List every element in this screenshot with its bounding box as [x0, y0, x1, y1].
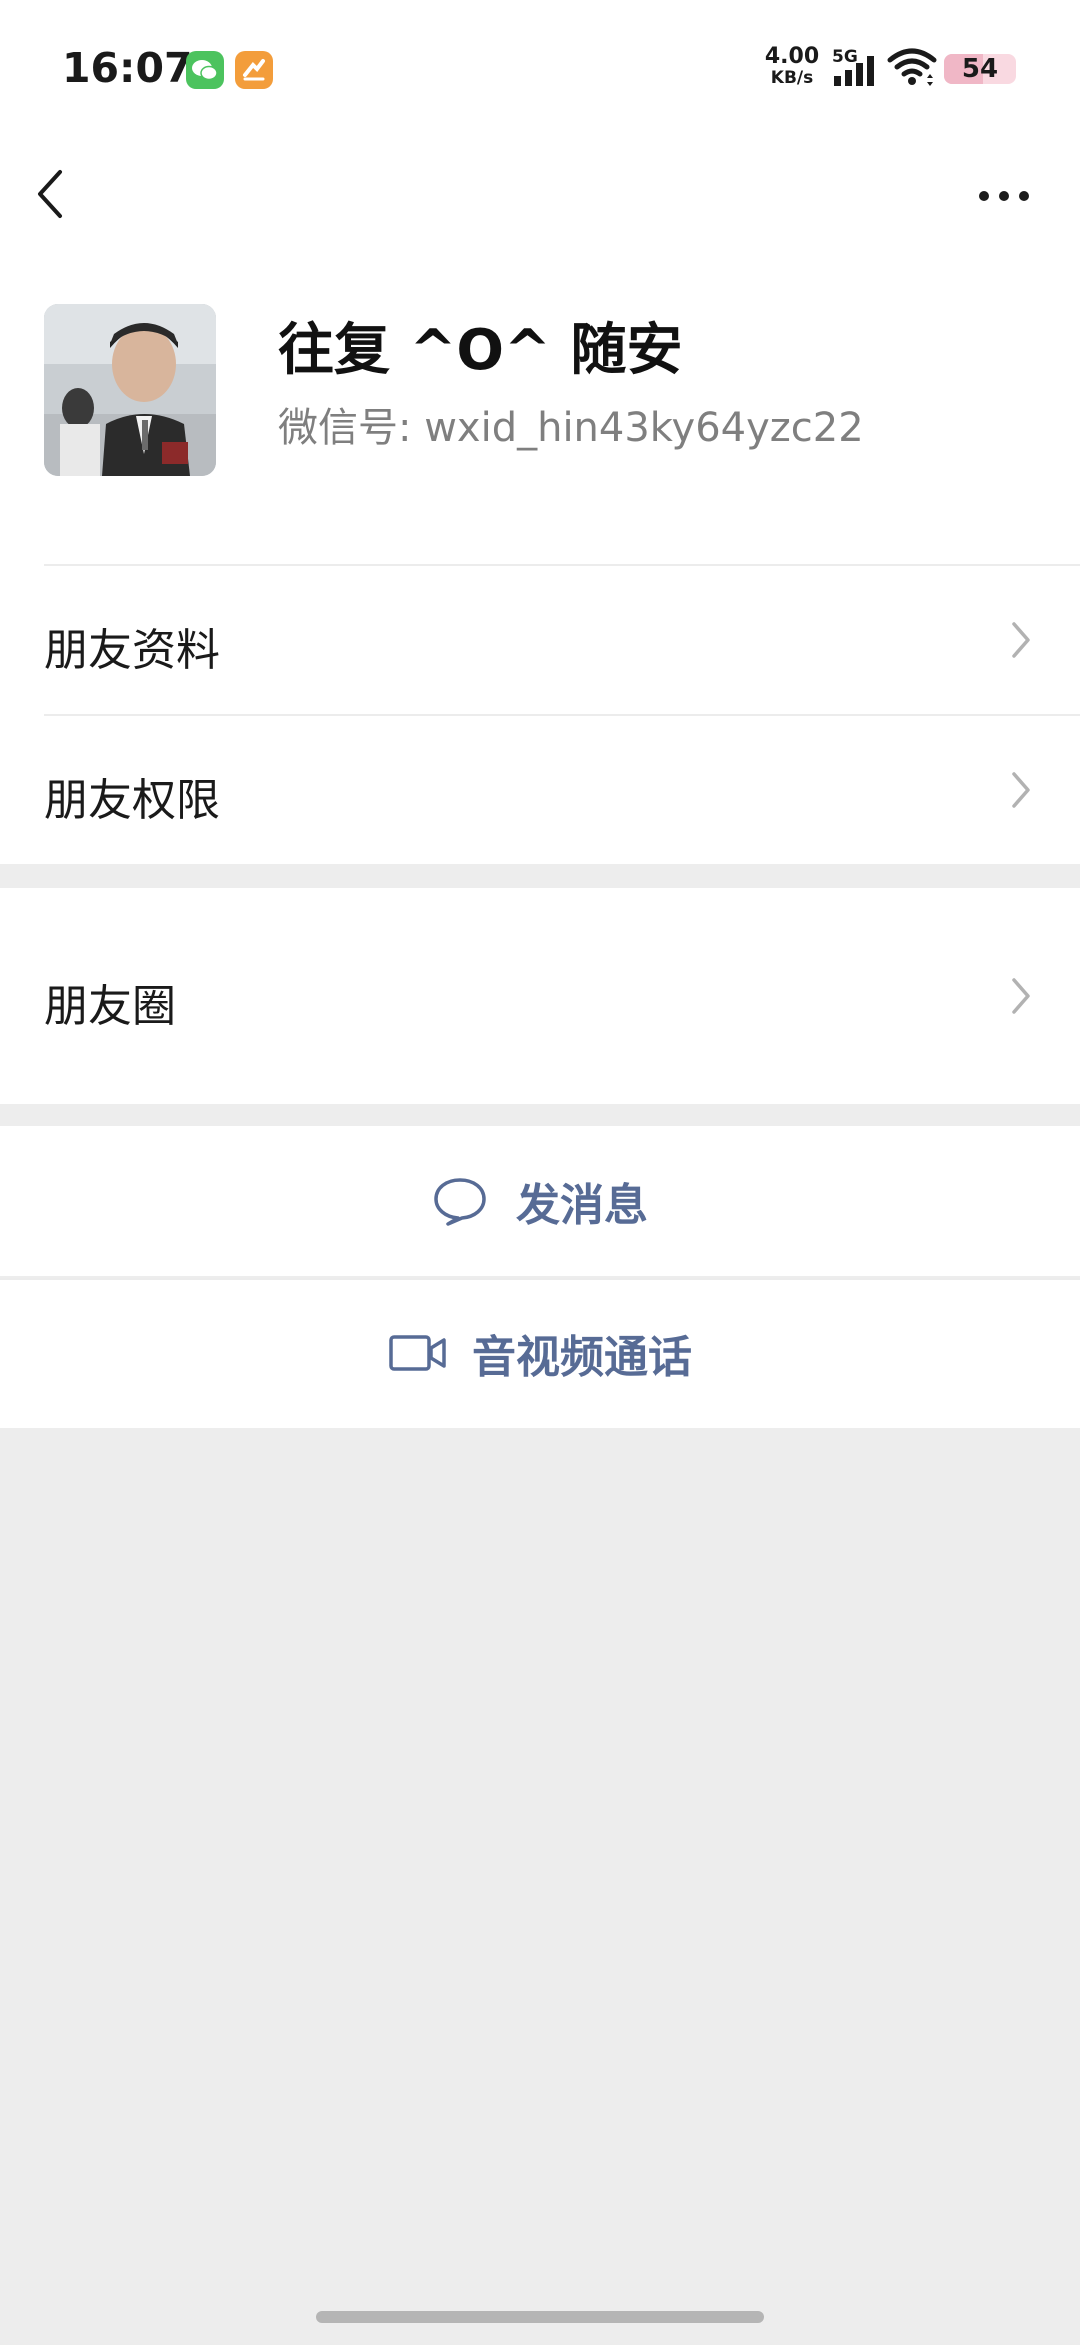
send-message-label: 发消息: [516, 1180, 648, 1231]
battery-indicator: 54: [944, 54, 1016, 84]
friend-permissions-label: 朋友权限: [44, 775, 220, 826]
battery-level: 54: [961, 54, 999, 84]
more-dots-icon: [979, 191, 1029, 201]
video-camera-icon: [389, 1335, 446, 1371]
chevron-right-icon: [1012, 772, 1030, 808]
video-call-label: 音视频通话: [472, 1332, 692, 1383]
friend-info-label: 朋友资料: [44, 625, 220, 676]
chevron-right-icon: [1012, 622, 1030, 658]
chevron-left-icon: [38, 170, 62, 218]
wechat-id-label: 微信号:: [278, 405, 412, 451]
moments-row[interactable]: 朋友圈: [0, 888, 1080, 1104]
wifi-icon: [886, 46, 938, 92]
network-speed-value: 4.00: [764, 44, 820, 69]
home-indicator[interactable]: [316, 2311, 764, 2323]
more-options-button[interactable]: [976, 178, 1032, 214]
status-bar: 16:07 4.00 KB/s 5G 54: [0, 0, 1080, 136]
divider: [44, 564, 1080, 566]
wechat-icon: [186, 51, 224, 89]
send-message-button[interactable]: 发消息: [0, 1126, 1080, 1276]
back-button[interactable]: [30, 164, 74, 224]
avatar[interactable]: [44, 304, 216, 476]
video-call-button[interactable]: 音视频通话: [0, 1278, 1080, 1428]
profile-name: 往复 ^O^ 随安: [278, 318, 683, 383]
status-time: 16:07: [62, 44, 193, 92]
network-type-label: 5G: [832, 47, 858, 67]
friend-permissions-row[interactable]: 朋友权限: [0, 714, 1080, 864]
cellular-signal-icon: 5G: [830, 44, 880, 96]
network-speed: 4.00 KB/s: [762, 44, 822, 89]
moments-label: 朋友圈: [44, 981, 176, 1032]
orange-app-icon: [235, 51, 273, 89]
chat-bubble-icon: [434, 1178, 486, 1226]
chevron-right-icon: [1012, 978, 1030, 1014]
divider: [44, 714, 1080, 716]
friend-info-row[interactable]: 朋友资料: [0, 564, 1080, 714]
contact-profile-screen: 16:07 4.00 KB/s 5G 54 往复 ^O^ 随安 微信号: wxi…: [0, 0, 1080, 2345]
wechat-id-value: wxid_hin43ky64yzc22: [424, 405, 864, 451]
network-speed-unit: KB/s: [770, 68, 814, 88]
wechat-id: 微信号: wxid_hin43ky64yzc22: [278, 395, 864, 453]
